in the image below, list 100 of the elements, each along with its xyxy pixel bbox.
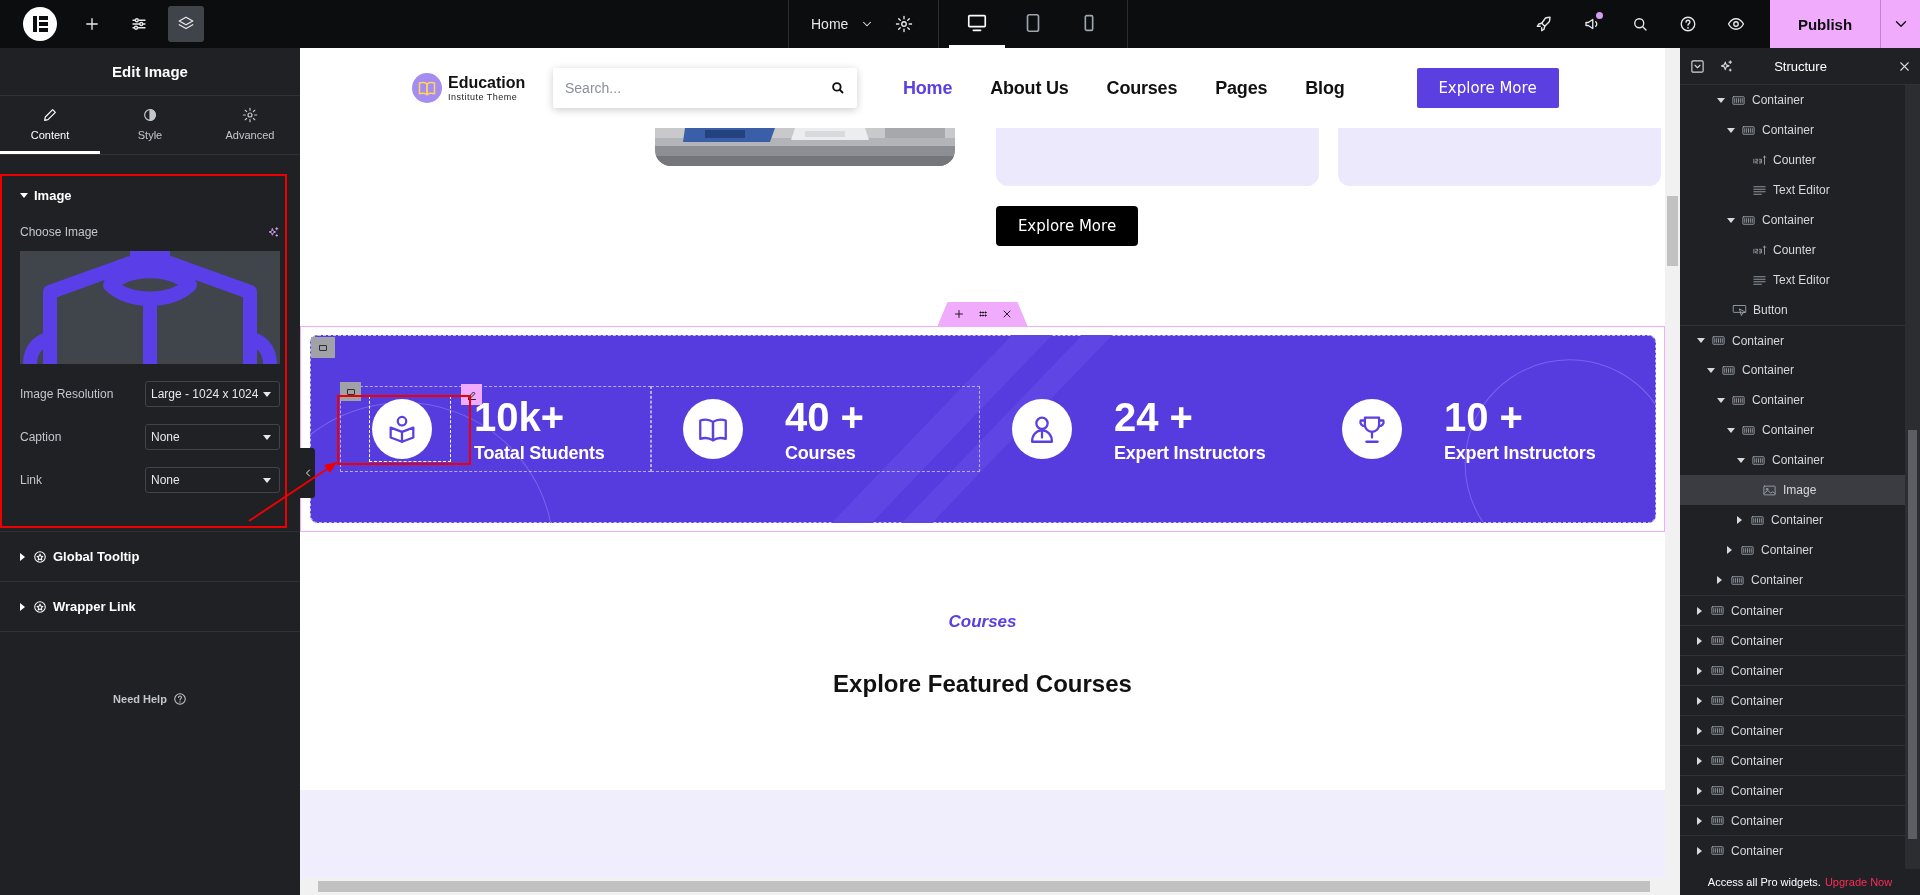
control-label: Image Resolution [20, 387, 114, 401]
drag-icon [976, 308, 989, 320]
scrollbar[interactable] [300, 878, 1680, 895]
section-toggle[interactable]: Image [0, 173, 300, 217]
container-icon [1710, 603, 1725, 618]
structure-item[interactable]: Container [1680, 325, 1905, 355]
site-tagline: Institute Theme [448, 92, 519, 102]
structure-item[interactable]: Container [1680, 715, 1905, 745]
caret-icon [263, 434, 271, 440]
control-label: Caption [20, 430, 62, 444]
caret-icon[interactable] [1697, 786, 1702, 795]
site-title: Education [448, 74, 526, 92]
cursor-button-icon [1732, 302, 1747, 318]
logo-icon[interactable] [23, 7, 57, 41]
nav-link[interactable]: Home [903, 77, 953, 99]
counter-icon [1752, 152, 1767, 168]
select-field[interactable]: None [145, 424, 280, 450]
structure-item[interactable]: Container [1680, 205, 1905, 235]
structure-item[interactable]: Container [1680, 445, 1905, 475]
caret-icon[interactable] [1727, 546, 1732, 554]
caret-icon[interactable] [1727, 427, 1735, 433]
caret-icon[interactable] [1737, 457, 1745, 463]
stat-label: Courses [785, 442, 857, 464]
section-toggle[interactable]: Wrapper Link [0, 582, 300, 631]
container-icon [1711, 333, 1726, 348]
promo-text: Access all Pro widgets. [1707, 876, 1821, 888]
search-field[interactable]: Search... [553, 68, 857, 108]
stat-number: 40 + [785, 394, 864, 439]
caret-icon[interactable] [1717, 576, 1722, 584]
sparkle-icon[interactable] [1719, 58, 1734, 74]
upgrade-link[interactable]: Upgrade Now [1824, 876, 1893, 888]
structure-item[interactable]: Container [1680, 805, 1905, 835]
container-handle[interactable] [311, 337, 335, 358]
sliders-icon [130, 15, 148, 33]
stat-number: 24 + [1114, 394, 1194, 439]
caret-icon[interactable] [1717, 397, 1725, 403]
sparkle-icon[interactable] [267, 225, 280, 239]
structure-item[interactable]: Container [1680, 85, 1905, 115]
structure-item[interactable]: Container [1680, 505, 1905, 535]
layers-button[interactable] [168, 6, 204, 42]
caret-icon[interactable] [1737, 516, 1742, 524]
caret-icon[interactable] [1697, 696, 1702, 705]
structure-item[interactable]: Text Editor [1680, 265, 1905, 295]
section-toggle[interactable]: Global Tooltip [0, 532, 300, 581]
structure-item[interactable]: Counter [1680, 145, 1905, 175]
panel-tab[interactable]: Advanced [200, 96, 300, 154]
caret-icon[interactable] [1707, 367, 1715, 373]
structure-item[interactable]: Container [1680, 415, 1905, 445]
publish-button[interactable]: Publish [1770, 0, 1880, 48]
caret-icon[interactable] [1697, 726, 1702, 735]
structure-item[interactable]: Container [1680, 745, 1905, 775]
explore-button[interactable]: Explore More [996, 206, 1138, 246]
nav-link[interactable]: Courses [1106, 77, 1178, 99]
structure-item[interactable]: Container [1680, 835, 1905, 865]
caret-icon[interactable] [1697, 816, 1702, 825]
scrollbar[interactable] [1665, 48, 1680, 878]
structure-item[interactable]: Container [1680, 775, 1905, 805]
collapse-handle[interactable] [300, 448, 315, 498]
structure-item[interactable]: Container [1680, 685, 1905, 715]
nav-link[interactable]: Blog [1305, 77, 1345, 99]
structure-item[interactable]: Container [1680, 565, 1905, 595]
container-icon [1710, 693, 1725, 708]
structure-item[interactable]: Container [1680, 355, 1905, 385]
select-field[interactable]: None [145, 467, 280, 493]
container-icon [1710, 753, 1725, 768]
scrollbar[interactable] [1905, 85, 1920, 869]
help-link[interactable]: Need Help [113, 692, 187, 706]
structure-item[interactable]: Container [1680, 595, 1905, 625]
caret-icon[interactable] [1697, 636, 1702, 645]
panel-tab[interactable]: Style [100, 96, 200, 154]
caret-icon[interactable] [1697, 338, 1705, 343]
select-field[interactable]: Large - 1024 x 1024 [145, 381, 280, 407]
panel-title: Structure [1773, 58, 1828, 74]
structure-item[interactable]: Counter [1680, 235, 1905, 265]
page-menu[interactable]: Home [805, 6, 881, 42]
container-icon [1710, 633, 1725, 648]
structure-item[interactable]: Container [1680, 655, 1905, 685]
nav-link[interactable]: Pages [1215, 77, 1268, 99]
structure-item[interactable]: Button [1680, 295, 1905, 325]
caret-icon[interactable] [1727, 217, 1735, 223]
collapse-icon[interactable] [1690, 58, 1705, 74]
stat-label: Expert Instructors [1444, 442, 1596, 464]
structure-item[interactable]: Container [1680, 535, 1905, 565]
structure-item[interactable]: Container [1680, 115, 1905, 145]
caret-icon[interactable] [1697, 606, 1702, 615]
explore-button[interactable]: Explore More [1416, 68, 1559, 108]
caret-icon[interactable] [1697, 846, 1702, 855]
plus-icon [83, 15, 101, 33]
structure-item[interactable]: Text Editor [1680, 175, 1905, 205]
caret-icon[interactable] [1727, 127, 1735, 133]
structure-item[interactable]: Container [1680, 625, 1905, 655]
nav-link[interactable]: About Us [990, 77, 1069, 99]
panel-tab[interactable]: Content [0, 96, 100, 154]
caret-icon[interactable] [1697, 756, 1702, 765]
caret-icon[interactable] [1717, 97, 1725, 103]
caret-icon[interactable] [1697, 666, 1702, 675]
structure-item[interactable]: Container [1680, 385, 1905, 415]
container-icon [1710, 813, 1725, 828]
search-icon [830, 80, 845, 95]
structure-item[interactable]: Image [1680, 475, 1905, 505]
